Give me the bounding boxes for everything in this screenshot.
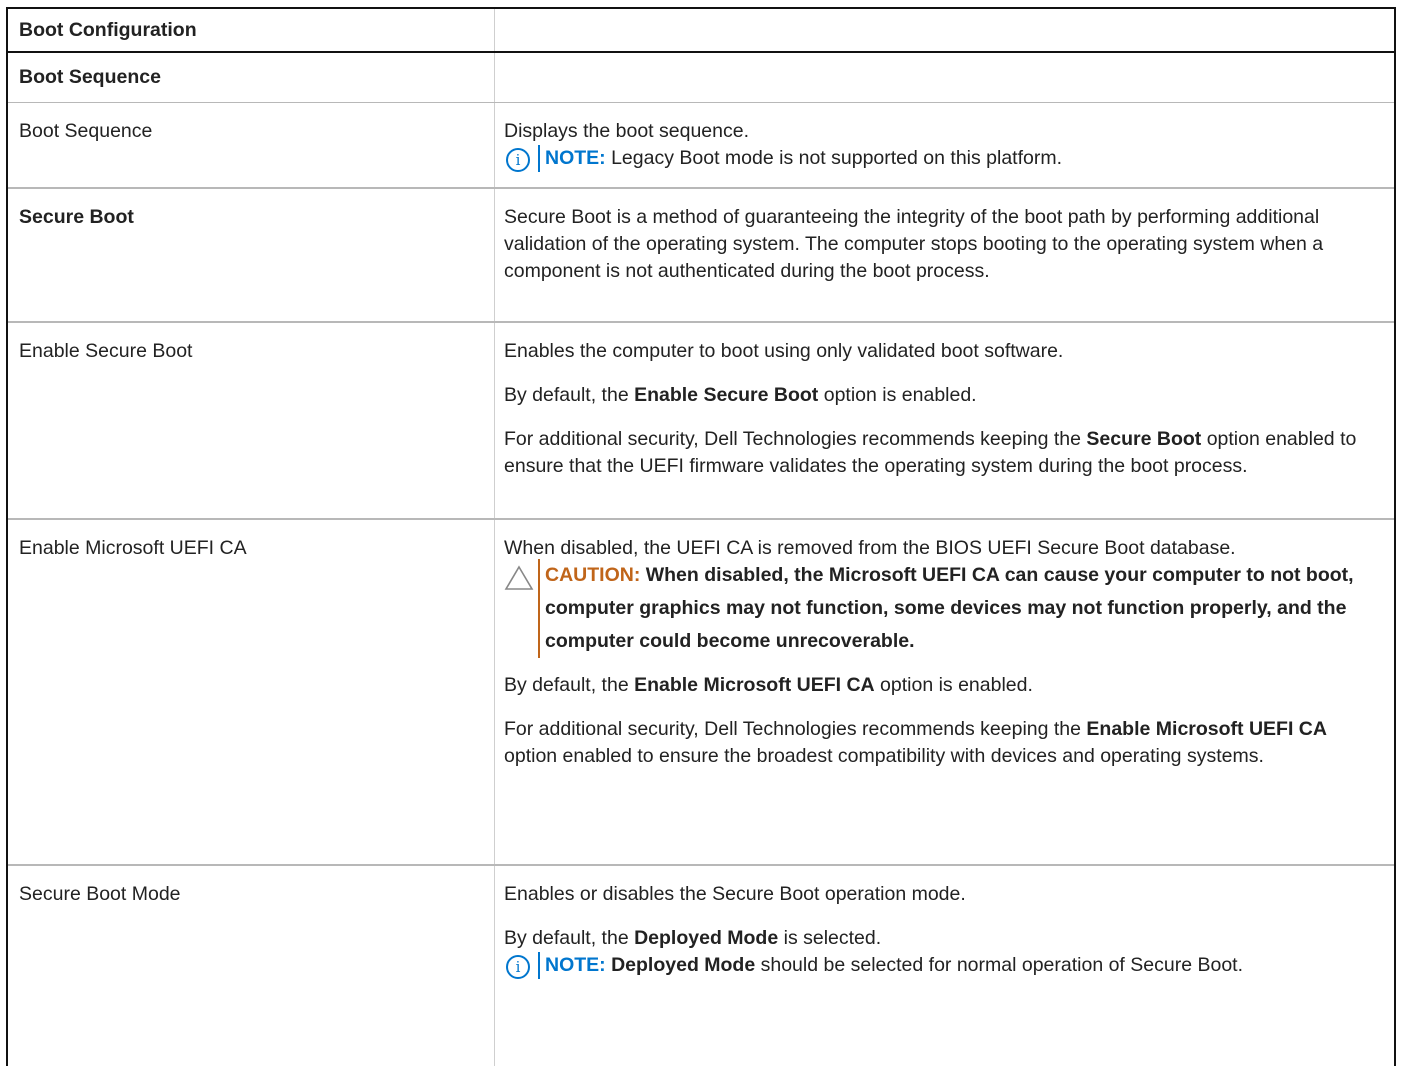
option-name: Enable Secure Boot (19, 340, 193, 362)
option-description: Enables or disables the Secure Boot oper… (494, 866, 1394, 1066)
description-text: Secure Boot is a method of guaranteeing … (504, 206, 1324, 282)
option-description: Displays the boot sequence. i NOTE: Lega… (494, 103, 1394, 187)
note-box: i NOTE: Deployed Mode should be selected… (504, 952, 1378, 979)
section-heading: Boot Sequence (8, 53, 1394, 103)
table-title-text: Boot Configuration (19, 18, 197, 41)
description-text: Displays the boot sequence. (504, 120, 749, 142)
option-name: Secure Boot Mode (19, 883, 181, 905)
note-text: Legacy Boot mode is not supported on thi… (605, 147, 1063, 169)
table-row: Boot Sequence Displays the boot sequence… (8, 103, 1394, 189)
default-text: By default, the Enable Microsoft UEFI CA… (504, 674, 1033, 696)
description-text: Enables the computer to boot using only … (504, 340, 1064, 362)
table-title: Boot Configuration (8, 9, 1394, 53)
table-row: Secure Boot Secure Boot is a method of g… (8, 189, 1394, 323)
option-description: Secure Boot is a method of guaranteeing … (494, 189, 1394, 321)
note-text: should be selected for normal operation … (755, 954, 1243, 976)
default-text: By default, the Enable Secure Boot optio… (504, 384, 977, 406)
note-label: NOTE: (545, 147, 606, 169)
info-icon: i (506, 148, 530, 172)
info-icon: i (506, 955, 530, 979)
warning-triangle-icon (504, 559, 538, 658)
description-text: When disabled, the UEFI CA is removed fr… (504, 537, 1236, 559)
default-text: By default, the Deployed Mode is selecte… (504, 927, 882, 949)
caution-box: CAUTION: When disabled, the Microsoft UE… (504, 559, 1378, 658)
table-row: Enable Microsoft UEFI CA When disabled, … (8, 520, 1394, 866)
caution-label: CAUTION: (545, 564, 641, 586)
recommendation-text: For additional security, Dell Technologi… (504, 718, 1327, 767)
note-bold: Deployed Mode (611, 954, 756, 976)
option-description: Enables the computer to boot using only … (494, 323, 1394, 518)
table-row: Enable Secure Boot Enables the computer … (8, 323, 1394, 520)
note-label: NOTE: (545, 954, 606, 976)
option-name: Enable Microsoft UEFI CA (19, 537, 247, 559)
recommendation-text: For additional security, Dell Technologi… (504, 428, 1357, 477)
description-text: Enables or disables the Secure Boot oper… (504, 883, 966, 905)
section-heading-text: Boot Sequence (19, 66, 161, 88)
boot-configuration-table: Boot Configuration Boot Sequence Boot Se… (6, 7, 1396, 1066)
option-description: When disabled, the UEFI CA is removed fr… (494, 520, 1394, 864)
note-box: i NOTE: Legacy Boot mode is not supporte… (504, 145, 1378, 172)
option-name: Boot Sequence (19, 120, 153, 142)
table-row: Secure Boot Mode Enables or disables the… (8, 866, 1394, 1066)
option-name: Secure Boot (19, 206, 134, 228)
caution-text: When disabled, the Microsoft UEFI CA can… (545, 564, 1354, 652)
